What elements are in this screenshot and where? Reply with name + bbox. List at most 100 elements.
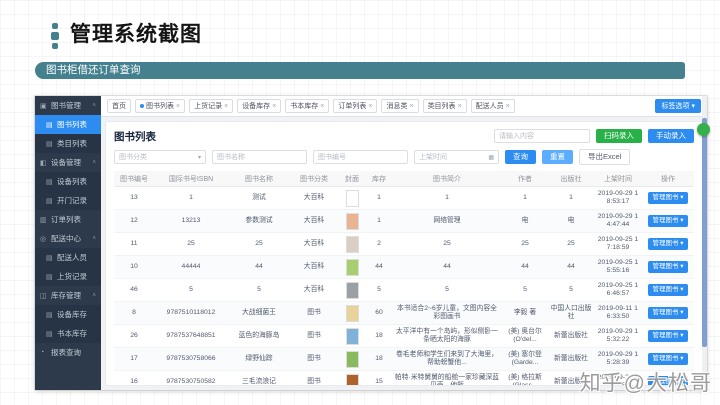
- manage-book-button[interactable]: 管理图书 ▾: [648, 215, 688, 227]
- cell-stock: 1: [366, 186, 392, 210]
- export-excel-button[interactable]: 导出Excel: [579, 149, 631, 165]
- book-cover-image: [345, 350, 359, 368]
- tab[interactable]: 设备库存 ×: [237, 99, 282, 113]
- tab[interactable]: 配送人员 ×: [470, 99, 515, 113]
- sidebar-item[interactable]: ▤ 上货记录: [35, 267, 101, 286]
- sidebar-item-label: 库存管理: [51, 291, 81, 300]
- tab[interactable]: 书本库存 ×: [285, 99, 330, 113]
- book-cover-image: [345, 304, 359, 322]
- sidebar-item[interactable]: ◫ 库存管理 ˄: [35, 286, 101, 305]
- cell-book-name: 大战细菌王: [228, 301, 290, 325]
- sidebar-item-icon: ◎: [40, 235, 47, 243]
- cell-category: 大百科: [290, 186, 338, 210]
- cell-book-name: 25: [228, 232, 290, 256]
- chevron-down-icon: ▾: [680, 262, 684, 270]
- tab[interactable]: 上货记录 ×: [189, 99, 234, 113]
- reset-button[interactable]: 重置: [542, 150, 573, 164]
- cell-isbn: 44444: [154, 255, 228, 279]
- tab-label: 设备库存: [242, 103, 271, 110]
- book-name-input[interactable]: [212, 150, 307, 164]
- sidebar-item-label: 图书列表: [57, 120, 87, 129]
- sidebar-item[interactable]: ▤ 开门记录: [35, 191, 101, 210]
- close-icon[interactable]: ×: [320, 103, 324, 110]
- cell-book-name: 5: [228, 278, 290, 302]
- cell-isbn: 5: [154, 278, 228, 302]
- sidebar-item-icon: ▤: [46, 311, 53, 319]
- cell-stock: 1: [366, 209, 392, 233]
- close-icon[interactable]: ×: [176, 103, 180, 110]
- floating-widget-button[interactable]: [697, 123, 710, 136]
- manage-book-button[interactable]: 管理图书 ▾: [648, 353, 688, 365]
- cell-book-name: 测试: [228, 186, 290, 210]
- tab[interactable]: 订单列表 ×: [333, 99, 378, 113]
- cell-cover: [338, 255, 366, 279]
- close-icon[interactable]: ×: [506, 103, 510, 110]
- tab-options-button[interactable]: 标签选项 ▾: [655, 99, 701, 113]
- manage-book-button[interactable]: 管理图书 ▾: [648, 284, 688, 296]
- book-cover-image: [345, 212, 359, 230]
- close-icon[interactable]: ×: [272, 103, 276, 110]
- column-header: 作者: [502, 171, 548, 187]
- chevron-icon: ˄: [92, 235, 96, 242]
- tab[interactable]: 消息类 ×: [381, 99, 419, 113]
- date-placeholder: 上架时间: [419, 154, 447, 161]
- manage-book-label: 管理图书: [652, 308, 679, 316]
- chevron-down-icon: ▾: [680, 354, 684, 362]
- tab[interactable]: 类目列表 ×: [422, 99, 467, 113]
- chevron-down-icon: ▾: [691, 103, 695, 110]
- scrollbar[interactable]: [702, 96, 707, 390]
- scan-entry-button[interactable]: 扫码录入: [596, 129, 642, 143]
- manual-entry-button[interactable]: 手动录入: [648, 129, 694, 143]
- tab[interactable]: 首页 ×: [107, 99, 131, 113]
- sidebar-item-icon: ▤: [46, 178, 53, 186]
- sidebar-item[interactable]: ◧ 设备管理 ˄: [35, 153, 101, 172]
- cell-publisher: 电: [548, 209, 594, 233]
- sidebar-item[interactable]: ▤ 配送人员: [35, 248, 101, 267]
- sidebar-item-icon: ▤: [46, 121, 53, 129]
- manage-book-button[interactable]: 管理图书 ▾: [648, 261, 688, 273]
- category-select[interactable]: 图书分类 ▾: [114, 150, 206, 164]
- manage-book-button[interactable]: 管理图书 ▾: [648, 238, 688, 250]
- sidebar-item-label: 配送人员: [57, 253, 87, 262]
- search-button[interactable]: 查询: [505, 150, 536, 164]
- sidebar-item[interactable]: ▤ 书本库存: [35, 324, 101, 343]
- book-cover-image: [345, 258, 359, 276]
- book-code-input[interactable]: [313, 150, 408, 164]
- table-row: 12 13213 参数测试 大百科 1 网络管理 电 电 2019-09-29 …: [114, 209, 694, 233]
- sidebar-item[interactable]: ◎ 配送中心 ˄: [35, 229, 101, 248]
- sidebar-item[interactable]: ▤ 设备库存: [35, 305, 101, 324]
- cell-author: (美) 奥台尔 (O'del...: [502, 324, 548, 348]
- cell-book-name: 三毛流浪记: [228, 370, 290, 385]
- scrollbar-thumb[interactable]: [702, 118, 707, 348]
- sidebar-item[interactable]: ◔ 报表查询: [35, 343, 101, 362]
- cell-cover: [338, 370, 366, 385]
- sidebar-item[interactable]: ▤ 设备列表: [35, 172, 101, 191]
- tab[interactable]: 图书列表 ×: [135, 99, 186, 113]
- close-icon[interactable]: ×: [409, 103, 413, 110]
- sidebar-item[interactable]: ▤ 类目列表: [35, 134, 101, 153]
- manage-book-button[interactable]: 管理图书 ▾: [648, 307, 688, 319]
- open-tabs: 首页 × 图书列表 × 上货记录 ×: [107, 99, 515, 113]
- chevron-down-icon: ▾: [680, 331, 684, 339]
- cell-cover: [338, 186, 366, 210]
- cell-author: 李毅 著: [502, 301, 548, 325]
- manage-book-button[interactable]: 管理图书 ▾: [648, 330, 688, 342]
- manage-book-button[interactable]: 管理图书 ▾: [648, 192, 688, 204]
- content-search-input[interactable]: [494, 129, 590, 143]
- close-icon[interactable]: ×: [458, 103, 462, 110]
- cell-stock: 2: [366, 232, 392, 256]
- sidebar-item[interactable]: ▤ 图书列表: [35, 115, 101, 134]
- close-icon[interactable]: ×: [368, 103, 372, 110]
- cell-summary: 1: [392, 186, 502, 210]
- sidebar-item[interactable]: ▥ 订单列表: [35, 210, 101, 229]
- table-row: 10 44444 44 大百科 44 44 44 44 2019-09-25 1…: [114, 255, 694, 279]
- shelf-date-picker[interactable]: 上架时间 ▦: [414, 150, 499, 164]
- sidebar-item[interactable]: ▣ 图书管理 ˄: [35, 96, 101, 115]
- sidebar-item-label: 配送中心: [51, 234, 81, 243]
- cell-isbn: 1: [154, 186, 228, 210]
- cell-cover: [338, 209, 366, 233]
- close-icon[interactable]: ×: [224, 103, 228, 110]
- cell-book-id: 8: [114, 301, 154, 325]
- sidebar-item-label: 报表查询: [51, 348, 81, 357]
- cell-publisher: 44: [548, 255, 594, 279]
